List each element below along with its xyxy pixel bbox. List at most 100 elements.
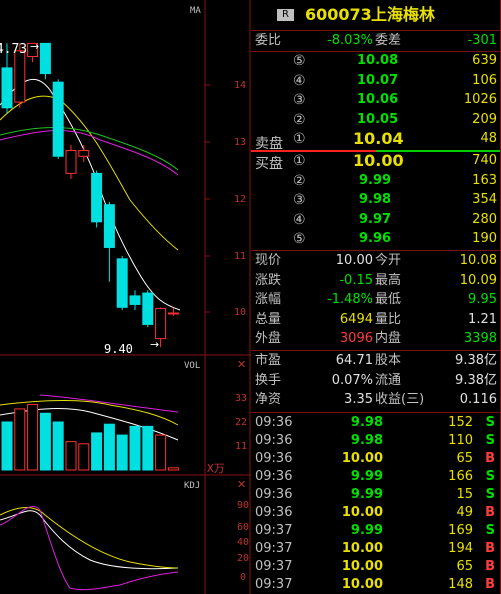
candle-body[interactable]	[103, 204, 115, 248]
tick-volume: 49	[456, 505, 473, 520]
ask-volume: 639	[472, 53, 497, 68]
volume-bar[interactable]	[129, 425, 141, 471]
quote-panel: R 600073 上海梅林 委比 -8.03% 委差 -301 ⑤ 10.08 63…	[251, 0, 501, 594]
volume-bar[interactable]	[167, 467, 179, 471]
stat-label: 最低	[375, 292, 402, 307]
candle-body[interactable]	[142, 292, 154, 325]
candle-body[interactable]	[1, 67, 13, 109]
bid-level-icon: ③	[293, 192, 306, 208]
low-price-marker: 9.40	[104, 342, 133, 356]
volume-bar[interactable]	[1, 421, 13, 471]
tick-price: 10.00	[341, 505, 383, 520]
tick-side: S	[485, 523, 495, 538]
tick-time: 09:36	[255, 451, 293, 466]
chart-area[interactable]: MA 14 13 12 11 10 14.73 → 9.40 → VOL ✕ 3…	[0, 0, 251, 594]
kdj-close-icon[interactable]: ✕	[237, 478, 246, 491]
stock-header: R 600073 上海梅林	[251, 6, 501, 28]
weibi-label: 委比	[255, 33, 282, 48]
bid-price: 10.00	[353, 151, 404, 170]
high-arrow-icon: →	[30, 40, 40, 53]
candle-body[interactable]	[52, 81, 64, 157]
candle-body[interactable]	[39, 42, 51, 75]
vol-label: VOL	[184, 361, 201, 371]
ask-price: 10.04	[353, 129, 404, 148]
tick-volume: 110	[448, 433, 473, 448]
volume-bar[interactable]	[91, 432, 103, 471]
tick-volume: 65	[456, 559, 473, 574]
stat-label: 总量	[255, 311, 282, 327]
candlestick-chart[interactable]	[0, 0, 251, 594]
candle-body[interactable]	[65, 150, 77, 174]
ask-price: 10.07	[357, 72, 399, 88]
tick-row: 09:37 10.00 194 B	[251, 540, 501, 558]
fin-label: 流通	[375, 372, 402, 388]
fin-value: 3.35	[344, 392, 373, 407]
tick-price: 10.00	[341, 451, 383, 466]
stat-value: 10.09	[459, 272, 497, 288]
bid-volume: 163	[472, 172, 497, 188]
tick-row: 09:36 9.98 152 S	[251, 414, 501, 432]
stat-value: -0.15	[339, 272, 373, 288]
bid-row: ④ 9.97 280	[251, 211, 501, 229]
candle-body[interactable]	[14, 50, 26, 103]
candle-body[interactable]	[91, 172, 103, 223]
volume-bar[interactable]	[14, 408, 26, 471]
bid-level-icon: ④	[293, 211, 306, 228]
vol-close-icon[interactable]: ✕	[237, 358, 246, 371]
tick-side: S	[485, 433, 495, 448]
stat-label: 涨幅	[255, 292, 282, 307]
bid-price: 9.96	[359, 231, 392, 246]
volume-bar[interactable]	[39, 412, 51, 471]
fin-value: 0.116	[459, 392, 497, 407]
kdj-tick-40: 40	[237, 537, 250, 548]
stat-label: 今开	[375, 253, 402, 268]
volume-bar[interactable]	[78, 443, 90, 471]
tick-price: 10.00	[341, 559, 383, 574]
price-tick-14: 14	[234, 80, 247, 91]
ask-volume: 48	[480, 131, 497, 146]
candle-body[interactable]	[155, 307, 167, 340]
candle-body[interactable]	[167, 312, 179, 315]
bid-price: 9.97	[359, 211, 392, 227]
tick-price: 9.99	[350, 469, 383, 484]
tick-side: B	[485, 541, 495, 556]
ask-row: ② 10.05 209	[251, 111, 501, 129]
candle-body[interactable]	[116, 258, 128, 308]
ask-row: ③ 10.06 1026	[251, 91, 501, 109]
vol-tick-11: 11	[235, 441, 248, 452]
fin-value: 64.71	[335, 353, 373, 368]
volume-bar[interactable]	[116, 434, 128, 471]
candle-body[interactable]	[78, 150, 90, 157]
stat-value: 3398	[463, 331, 497, 346]
candle-body[interactable]	[129, 295, 141, 305]
kdj-tick-20: 20	[237, 553, 250, 564]
stat-value: 6494	[339, 311, 373, 327]
rights-badge: R	[277, 9, 294, 21]
volume-bar[interactable]	[27, 404, 39, 471]
fin-value: 9.38亿	[455, 372, 497, 388]
ask-row: ⑤ 10.08 639	[251, 52, 501, 70]
volume-bar[interactable]	[52, 421, 64, 471]
kdj-tick-60: 60	[237, 522, 250, 533]
stat-value: -1.48%	[327, 292, 373, 307]
divider	[251, 350, 501, 351]
volume-bar[interactable]	[142, 425, 154, 471]
tick-row: 09:37 10.00 148 B	[251, 576, 501, 594]
volume-bar[interactable]	[65, 441, 77, 471]
tick-volume: 15	[456, 487, 473, 502]
volume-bar[interactable]	[103, 423, 115, 471]
high-price-marker: 14.73	[0, 42, 28, 57]
kdj-tick-0: 0	[240, 572, 247, 583]
tick-price: 10.00	[341, 541, 383, 556]
ask-row: ④ 10.07 106	[251, 72, 501, 90]
ask-level-icon: ①	[293, 131, 306, 147]
kdj-tick-90: 90	[237, 500, 250, 511]
volume-bar[interactable]	[155, 434, 167, 471]
tick-side: B	[485, 505, 495, 520]
weibi-row: 委比 -8.03% 委差 -301	[251, 32, 501, 50]
stat-row: 外盘 3096 内盘 3398	[251, 330, 501, 348]
price-tick-12: 12	[234, 194, 247, 205]
tick-side: B	[485, 577, 495, 592]
tick-time: 09:36	[255, 433, 293, 448]
ma5-line	[0, 78, 181, 311]
